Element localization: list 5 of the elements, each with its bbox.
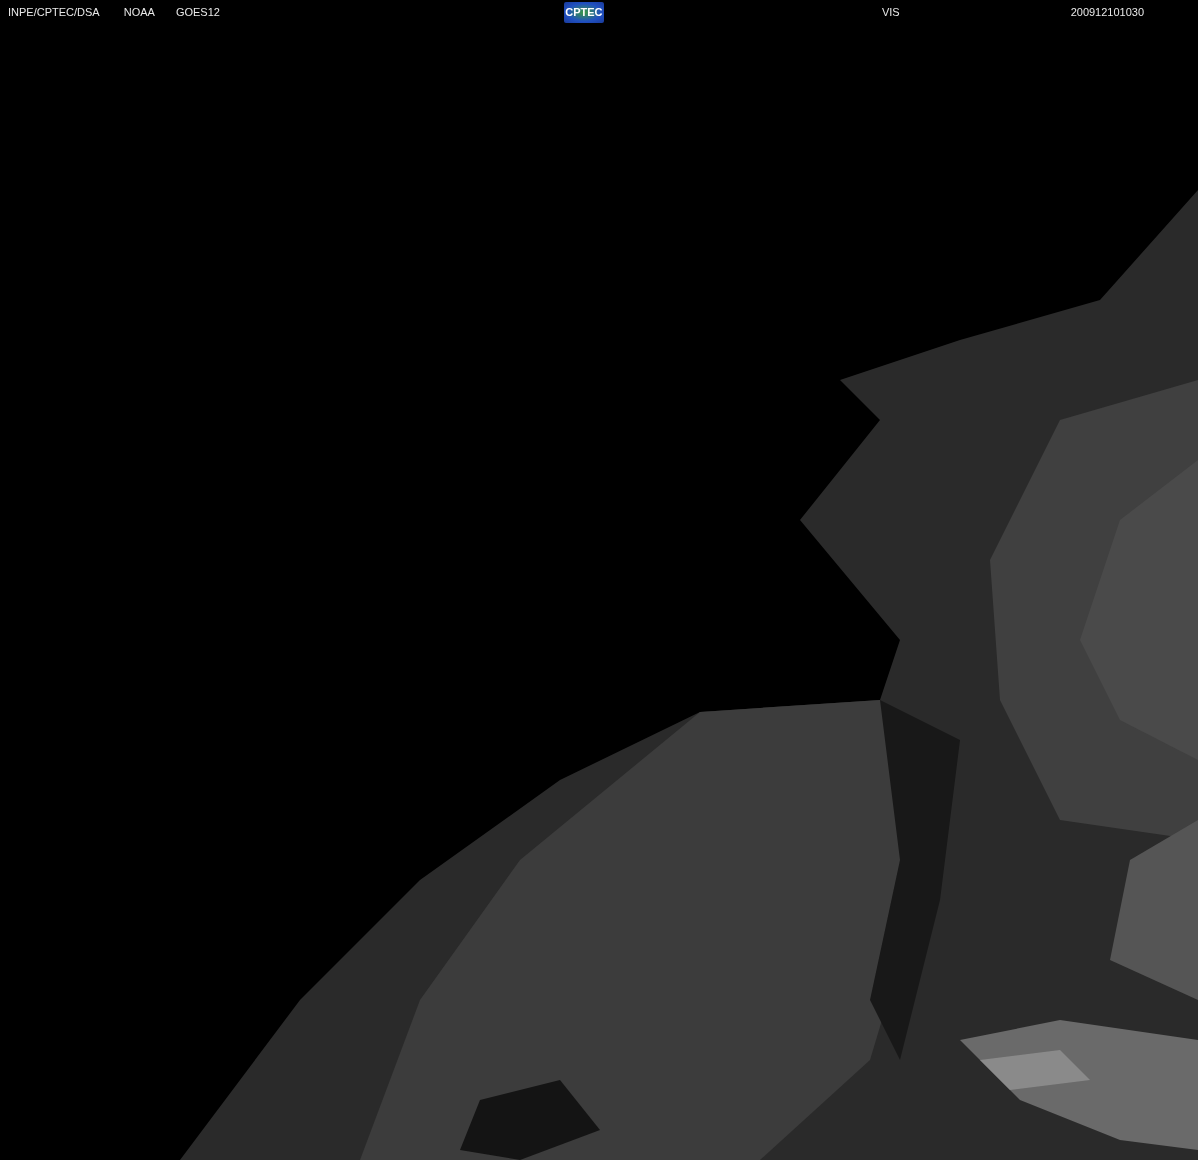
timestamp: 200912101030 [1070, 6, 1145, 18]
channel-label: VIS [881, 6, 900, 18]
satellite-label: GOES12 [175, 6, 220, 18]
source-label: INPE/CPTEC/DSA [8, 6, 100, 18]
agency-label: NOAA [123, 6, 155, 18]
